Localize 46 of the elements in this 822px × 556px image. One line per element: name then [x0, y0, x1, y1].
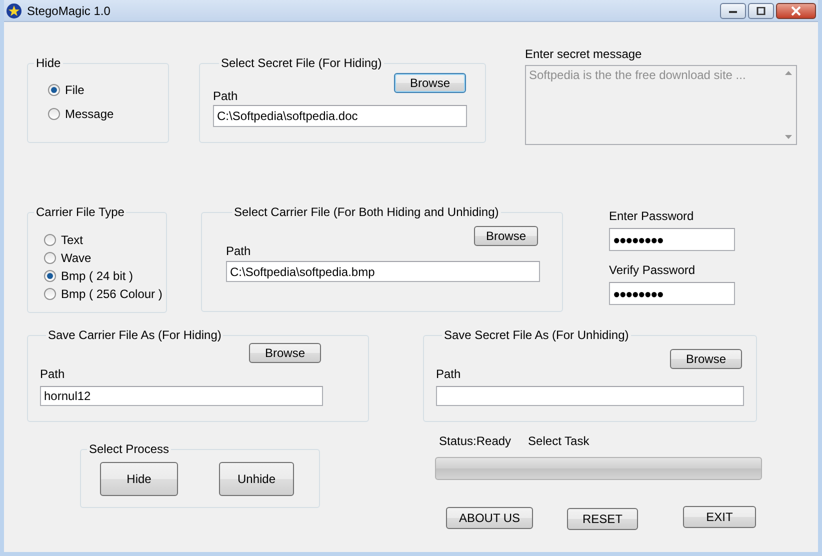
process-button[interactable]: Unhide [219, 462, 294, 496]
group-title: Hide [35, 56, 62, 70]
password-label: Enter Password [609, 209, 695, 223]
close-button[interactable] [776, 2, 816, 18]
process-button[interactable]: Hide [100, 462, 178, 496]
path-field[interactable] [436, 386, 744, 406]
path-label: Path [226, 244, 252, 258]
message-label: Enter secret message [525, 47, 643, 61]
group-title: Select Carrier File (For Both Hiding and Unhiding) [233, 205, 500, 219]
close-icon [791, 6, 801, 16]
radio-option[interactable]: Bmp ( 256 Colour ) [44, 287, 166, 301]
action-button[interactable]: EXIT [683, 506, 756, 528]
group-title: Save Carrier File As (For Hiding) [47, 328, 222, 342]
scroll-down-icon [784, 135, 792, 139]
radio-option[interactable]: Message [48, 107, 168, 121]
radio-option[interactable]: Text [44, 233, 166, 247]
window-title: StegoMagic 1.0 [27, 4, 110, 18]
group-title: Select Process [88, 442, 170, 456]
maximize-icon [756, 6, 766, 14]
group-title: Save Secret File As (For Unhiding) [443, 328, 630, 342]
browse-button[interactable]: Browse [249, 343, 321, 363]
browse-button[interactable]: Browse [394, 73, 466, 93]
path-field[interactable]: hornul12 [40, 386, 323, 406]
path-label: Path [40, 367, 66, 381]
path-field[interactable]: C:\Softpedia\softpedia.doc [213, 105, 467, 127]
task-text: Select Task [528, 434, 590, 448]
status-text: Status:Ready [439, 434, 512, 448]
radio-option[interactable]: Wave [44, 251, 166, 265]
path-field[interactable]: C:\Softpedia\softpedia.bmp [226, 261, 540, 282]
path-label: Path [436, 367, 462, 381]
radio-option[interactable]: File [48, 83, 168, 97]
action-button[interactable]: RESET [567, 508, 638, 530]
password-field[interactable]: ●●●●●●●● [609, 228, 735, 251]
radio-option[interactable]: Bmp ( 24 bit ) [44, 269, 166, 283]
password-field[interactable]: ●●●●●●●● [609, 282, 735, 305]
minimize-button[interactable] [720, 2, 746, 18]
path-label: Path [213, 89, 239, 103]
scroll-up-icon [784, 71, 792, 75]
verify-password-label: Verify Password [609, 263, 696, 277]
browse-button[interactable]: Browse [670, 349, 742, 369]
maximize-button[interactable] [748, 2, 774, 18]
group-title: Select Secret File (For Hiding) [220, 56, 383, 70]
group-title: Carrier File Type [35, 205, 126, 219]
star-icon [6, 2, 22, 18]
browse-button[interactable]: Browse [474, 226, 538, 246]
action-button[interactable]: ABOUT US [446, 507, 533, 529]
